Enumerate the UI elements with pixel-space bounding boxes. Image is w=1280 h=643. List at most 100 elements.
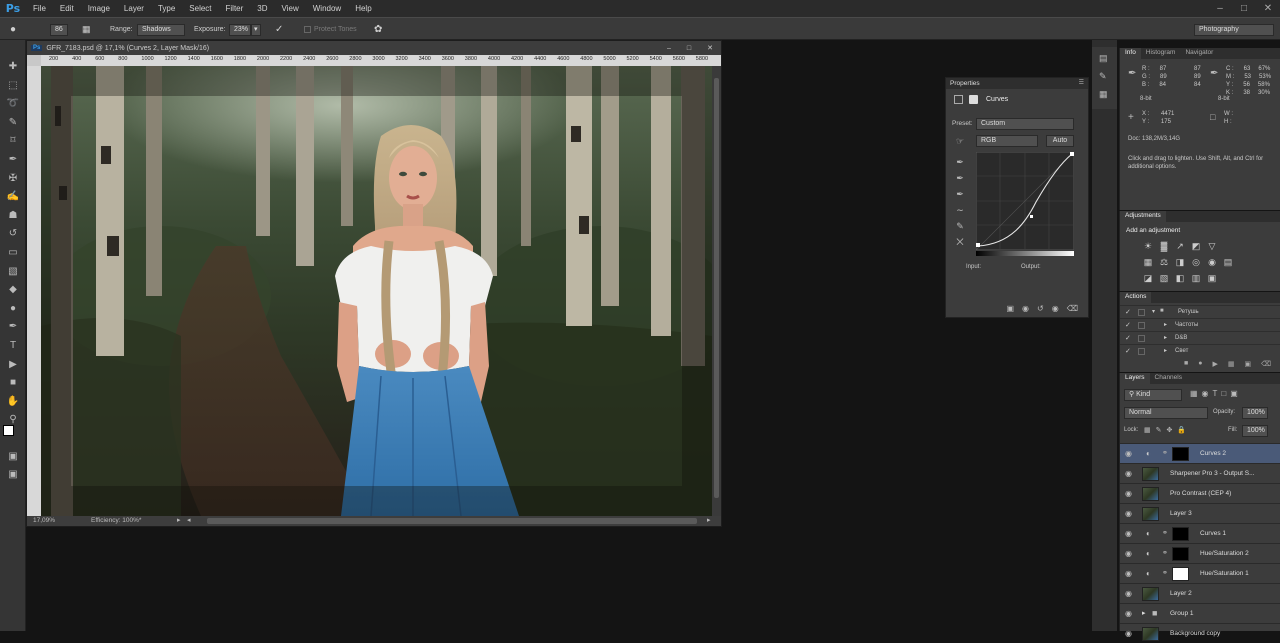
- airbrush-icon[interactable]: ✓: [275, 23, 283, 36]
- visibility-eye-icon[interactable]: ◉: [1125, 529, 1134, 538]
- visibility-eye-icon[interactable]: ◉: [1125, 469, 1134, 478]
- levels-icon[interactable]: ▓: [1156, 238, 1172, 254]
- gradient-map-icon[interactable]: ▥: [1188, 270, 1204, 286]
- chain-link-icon[interactable]: ⚭: [1162, 449, 1168, 457]
- action-item[interactable]: ✓ ▸ Частоты: [1120, 318, 1280, 331]
- eyedropper-gray-icon[interactable]: ✒: [954, 170, 966, 186]
- vertical-scrollbar[interactable]: [712, 66, 721, 516]
- brush-panel-icon[interactable]: ▦: [82, 23, 91, 36]
- lasso-tool-icon[interactable]: ➰: [6, 97, 20, 111]
- visibility-eye-icon[interactable]: ◉: [1125, 609, 1134, 618]
- pencil-icon[interactable]: ✎: [954, 218, 966, 234]
- delete-action-icon[interactable]: ⌫: [1261, 360, 1271, 372]
- doc-close-icon[interactable]: ✕: [699, 44, 721, 52]
- view-previous-icon[interactable]: ◉: [1022, 304, 1029, 313]
- smooth-icon[interactable]: ⨉: [954, 234, 966, 250]
- layer-name[interactable]: Layer 3: [1170, 510, 1192, 517]
- layer-name[interactable]: Hue/Saturation 2: [1200, 550, 1249, 557]
- marquee-tool-icon[interactable]: ⬚: [6, 79, 20, 93]
- menu-file[interactable]: File: [26, 4, 53, 13]
- clip-to-layer-icon[interactable]: ▣: [1006, 304, 1014, 313]
- range-select[interactable]: Shadows: [137, 23, 185, 36]
- tab-navigator[interactable]: Navigator: [1180, 48, 1218, 59]
- panel-menu-icon[interactable]: ☰: [1079, 79, 1084, 86]
- check-icon[interactable]: ✓: [1125, 308, 1131, 316]
- pen-tool-icon[interactable]: ✒: [6, 320, 20, 334]
- tab-channels[interactable]: Channels: [1150, 373, 1187, 384]
- foreground-color-swatch[interactable]: [3, 425, 14, 436]
- check-icon[interactable]: ✓: [1125, 321, 1131, 329]
- expand-arrow-icon[interactable]: ▸: [1164, 334, 1167, 341]
- chain-link-icon[interactable]: ⚭: [1162, 549, 1168, 557]
- brush-presets-icon[interactable]: ✎: [1099, 71, 1107, 82]
- layer-row[interactable]: ◉ ◐ ⚭ Curves 2: [1120, 443, 1280, 463]
- visibility-eye-icon[interactable]: ◉: [1125, 589, 1134, 598]
- brightness-icon[interactable]: ☀: [1140, 238, 1156, 254]
- play-icon[interactable]: ▶: [1212, 360, 1217, 372]
- reset-icon[interactable]: ↺: [1037, 304, 1044, 313]
- horizontal-ruler[interactable]: 200 400 600 800 1000 1200 1400 1600 1800 2000 2200…: [41, 55, 721, 66]
- properties-tab[interactable]: Properties: [946, 78, 1088, 89]
- menu-edit[interactable]: Edit: [53, 4, 81, 13]
- adjustments-tab[interactable]: Adjustments: [1120, 211, 1166, 222]
- layer-thumbnail[interactable]: [1142, 507, 1159, 521]
- channel-mixer-icon[interactable]: ◉: [1204, 254, 1220, 270]
- layer-name[interactable]: Background copy: [1170, 630, 1220, 637]
- exposure-icon[interactable]: ◩: [1188, 238, 1204, 254]
- opacity-input[interactable]: 100%: [1242, 407, 1268, 419]
- lock-icons[interactable]: ▦✎✥🔒: [1144, 426, 1191, 434]
- gradient-tool-icon[interactable]: ▧: [6, 265, 20, 279]
- shape-tool-icon[interactable]: ■: [6, 376, 20, 390]
- eyedropper-white-icon[interactable]: ✒: [954, 186, 966, 202]
- pressure-icon[interactable]: ✿: [374, 23, 382, 36]
- layer-row[interactable]: ◉ Layer 2: [1120, 583, 1280, 603]
- layer-thumbnail[interactable]: [1142, 587, 1159, 601]
- color-balance-icon[interactable]: ⚖: [1156, 254, 1172, 270]
- vibrance-icon[interactable]: ▽: [1204, 238, 1220, 254]
- layer-mask-thumbnail[interactable]: [1172, 527, 1189, 541]
- layer-row[interactable]: ◉ ◐ ⚭ Hue/Saturation 1: [1120, 563, 1280, 583]
- dialog-toggle-icon[interactable]: [1138, 309, 1145, 316]
- layer-name[interactable]: Curves 2: [1200, 450, 1226, 457]
- scroll-right-icon[interactable]: ▸: [707, 516, 711, 524]
- action-item[interactable]: ✓ ▸ D&B: [1120, 331, 1280, 344]
- invert-icon[interactable]: ◪: [1140, 270, 1156, 286]
- curves-icon[interactable]: ↗: [1172, 238, 1188, 254]
- dialog-toggle-icon[interactable]: [1138, 335, 1145, 342]
- menu-window[interactable]: Window: [306, 4, 348, 13]
- record-icon[interactable]: ●: [1198, 360, 1202, 372]
- trash-icon[interactable]: ⌫: [1067, 304, 1078, 313]
- expand-arrow-icon[interactable]: ▸: [1164, 347, 1167, 354]
- menu-help[interactable]: Help: [348, 4, 378, 13]
- vertical-ruler[interactable]: [27, 66, 41, 516]
- minimize-icon[interactable]: –: [1208, 3, 1232, 14]
- mask-icon[interactable]: [969, 95, 978, 104]
- hue-sat-icon[interactable]: ▦: [1140, 254, 1156, 270]
- photo-filter-icon[interactable]: ◎: [1188, 254, 1204, 270]
- eyedropper-black-icon[interactable]: ✒: [954, 154, 966, 170]
- fill-input[interactable]: 100%: [1242, 425, 1268, 437]
- threshold-icon[interactable]: ◧: [1172, 270, 1188, 286]
- curves-graph[interactable]: [976, 152, 1074, 250]
- layer-name[interactable]: Sharpener Pro 3 - Output S...: [1170, 470, 1255, 477]
- brush-tool-icon[interactable]: ✍: [6, 190, 20, 204]
- efficiency-info[interactable]: Efficiency: 100%*: [91, 517, 141, 524]
- menu-image[interactable]: Image: [81, 4, 117, 13]
- layer-mask-thumbnail[interactable]: [1172, 547, 1189, 561]
- tab-layers[interactable]: Layers: [1120, 373, 1150, 384]
- layer-row[interactable]: ◉ ◐ ⚭ Curves 1: [1120, 523, 1280, 543]
- paths-icon[interactable]: ▦: [1099, 89, 1108, 100]
- zoom-level[interactable]: 17,09%: [33, 517, 55, 524]
- curve-edit-icon[interactable]: ∼: [954, 202, 966, 218]
- dialog-toggle-icon[interactable]: [1138, 348, 1145, 355]
- curves-adjustment-icon[interactable]: [954, 95, 963, 104]
- menu-select[interactable]: Select: [182, 4, 218, 13]
- auto-button[interactable]: Auto: [1046, 135, 1074, 147]
- dodge-tool-icon[interactable]: ●: [6, 302, 20, 316]
- layer-row[interactable]: ◉ Pro Contrast (CEP 4): [1120, 483, 1280, 503]
- action-item[interactable]: ✓ ▾ ■ Ретушь: [1120, 305, 1280, 318]
- check-icon[interactable]: ✓: [1125, 334, 1131, 342]
- check-icon[interactable]: ✓: [1125, 347, 1131, 355]
- history-brush-icon[interactable]: ↺: [6, 227, 20, 241]
- doc-maximize-icon[interactable]: □: [679, 45, 699, 52]
